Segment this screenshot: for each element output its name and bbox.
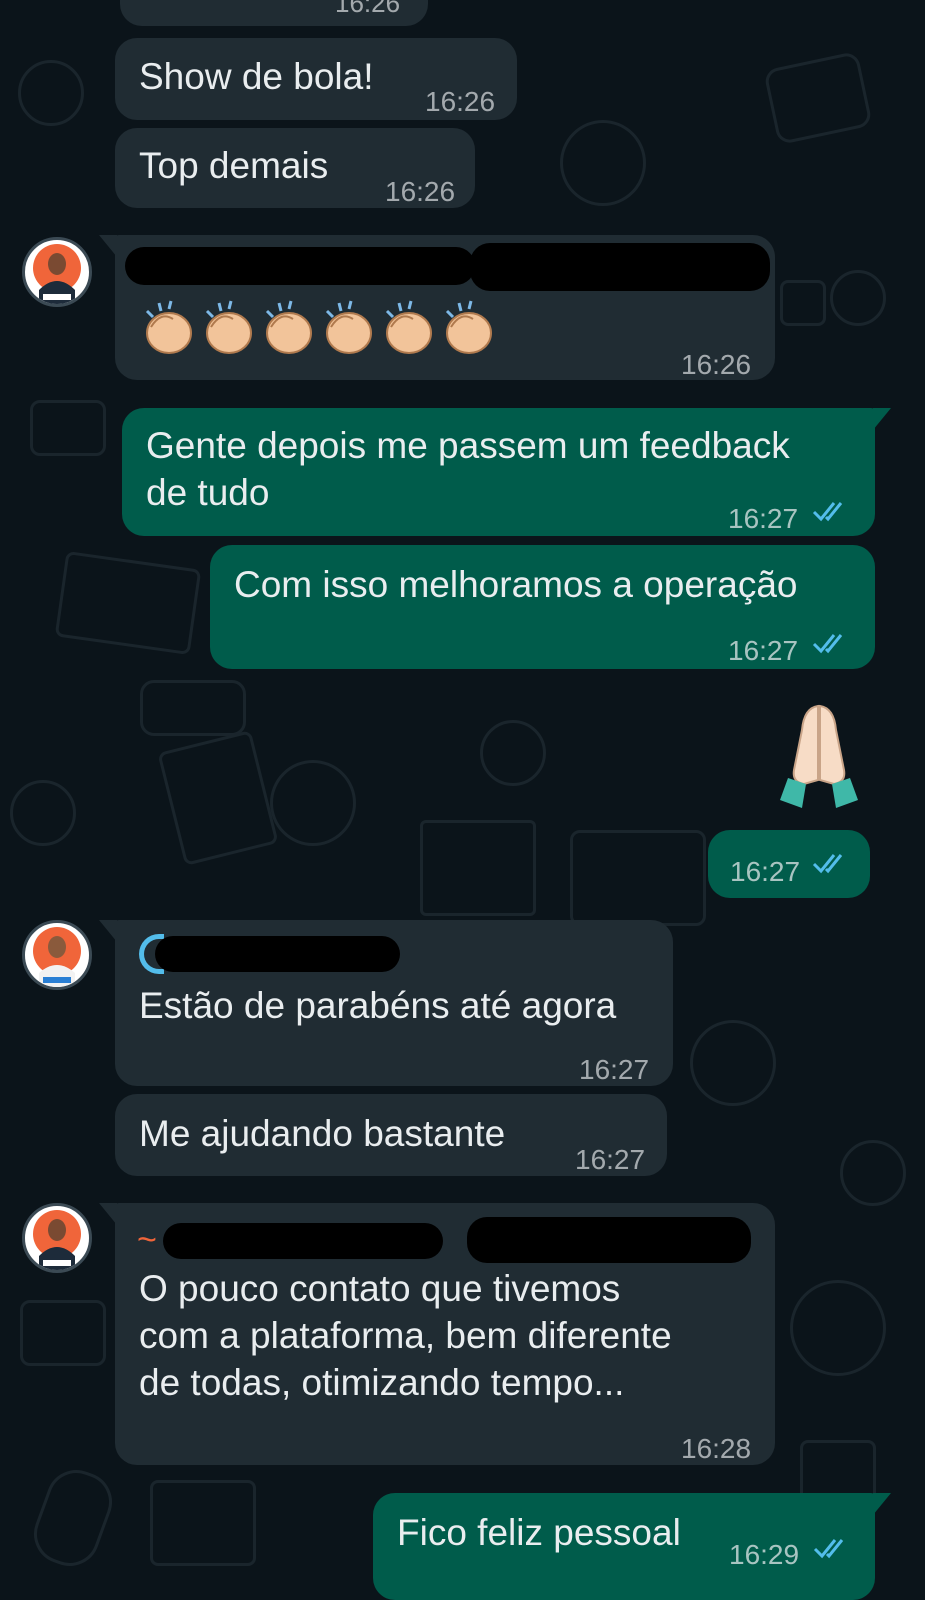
clapping-hands-emoji-row [139, 297, 509, 368]
incoming-message[interactable]: Show de bola! 16:26 [115, 38, 517, 120]
sender-avatar[interactable] [22, 920, 92, 990]
message-text: Fico feliz pessoal [397, 1512, 681, 1553]
double-check-icon [812, 502, 843, 522]
outgoing-message[interactable]: Com isso melhoramos a operação 16:27 [210, 545, 875, 669]
redacted-sender-name [467, 1217, 751, 1263]
message-time: 16:27 [575, 1144, 646, 1175]
incoming-message[interactable]: 16:26 [99, 235, 775, 380]
profile-photo-icon [33, 244, 81, 304]
message-text: Show de bola! [139, 56, 374, 97]
double-check-icon [812, 634, 843, 654]
incoming-message[interactable]: ~ O pouco contato que tivemos com a plat… [99, 1203, 775, 1465]
outgoing-message[interactable]: Gente depois me passem um feedback de tu… [122, 408, 891, 536]
incoming-message[interactable]: Me ajudando bastante 16:27 [115, 1094, 667, 1176]
message-time: 16:27 [728, 635, 799, 666]
message-time: 16:27 [579, 1054, 650, 1085]
message-time: 16:26 [335, 0, 401, 18]
message-time: 16:29 [729, 1539, 800, 1570]
message-time: 16:27 [730, 856, 801, 887]
redacted-sender-name [125, 247, 475, 285]
message-text: Com isso melhoramos a operação [234, 564, 798, 605]
double-check-icon [813, 1539, 844, 1559]
double-check-icon [812, 854, 843, 874]
previous-message-fragment: 16:26 [120, 0, 428, 26]
message-text: Gente depois me passem um feedback de tu… [146, 425, 790, 513]
message-time: 16:27 [728, 503, 799, 534]
sender-avatar[interactable] [22, 237, 92, 307]
incoming-message[interactable]: Estão de parabéns até agora 16:27 [99, 920, 673, 1086]
sender-name-prefix: ~ [137, 1221, 157, 1259]
redacted-sender-name [163, 1223, 443, 1259]
message-time: 16:28 [681, 1433, 752, 1464]
profile-photo-icon [33, 1210, 81, 1270]
message-text: Top demais [139, 145, 329, 186]
redacted-sender-name [470, 243, 770, 291]
incoming-message[interactable]: Top demais 16:26 [115, 128, 475, 208]
message-time: 16:26 [425, 86, 496, 117]
message-time: 16:26 [681, 349, 752, 380]
outgoing-message[interactable]: Fico feliz pessoal 16:29 [373, 1493, 891, 1600]
message-text: Estão de parabéns até agora [139, 985, 617, 1026]
profile-photo-icon [33, 927, 81, 987]
message-text: Me ajudando bastante [139, 1113, 506, 1154]
message-time: 16:26 [385, 176, 456, 207]
message-text: O pouco contato que tivemos com a plataf… [139, 1268, 672, 1403]
sender-avatar[interactable] [22, 1203, 92, 1273]
redacted-sender-name [155, 936, 400, 972]
outgoing-message[interactable]: 16:27 [708, 830, 870, 898]
folded-hands-emoji [774, 700, 864, 820]
